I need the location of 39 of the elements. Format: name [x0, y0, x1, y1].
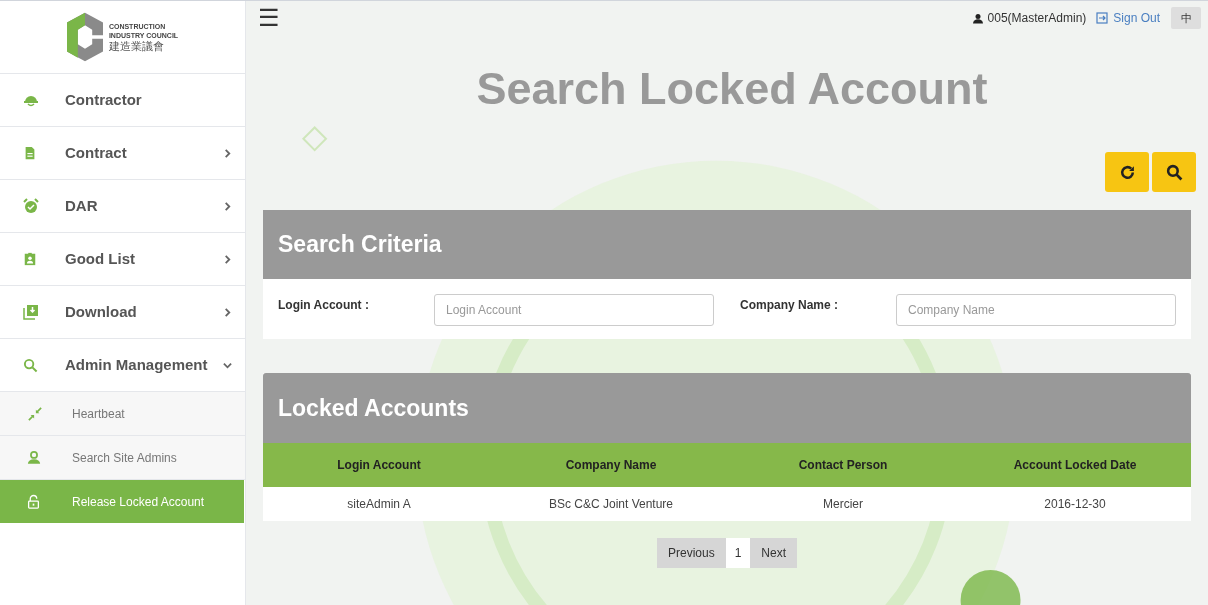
- search-button[interactable]: [1152, 152, 1196, 192]
- panel-title: Locked Accounts: [263, 373, 1191, 443]
- table-cell: siteAdmin A: [263, 487, 495, 521]
- column-header: Contact Person: [727, 443, 959, 487]
- user-name: 005(MasterAdmin): [987, 10, 1087, 27]
- download-box-icon: [23, 304, 39, 320]
- alarm-clock-icon: [23, 198, 39, 214]
- page-title: Search Locked Account: [475, 63, 989, 115]
- sign-out-icon: [1096, 12, 1109, 24]
- panel-title: Search Criteria: [263, 210, 1191, 279]
- next-button[interactable]: Next: [750, 538, 798, 568]
- submenu-item[interactable]: Heartbeat: [0, 392, 245, 436]
- search-icon: [23, 357, 39, 373]
- search-icon: [1165, 163, 1183, 181]
- field-label: Company Name :: [740, 297, 840, 314]
- sign-out-link[interactable]: Sign Out: [1096, 9, 1160, 27]
- table-cell: BSc C&C Joint Venture: [495, 487, 727, 521]
- logo-mark-icon: [66, 12, 103, 62]
- user-icon: [27, 450, 43, 465]
- column-header: Account Locked Date: [959, 443, 1191, 487]
- arrows-inward-icon: [27, 406, 43, 421]
- column-header: Login Account: [263, 443, 495, 487]
- menu-icon[interactable]: ☰: [258, 6, 280, 30]
- user-icon: [972, 12, 983, 24]
- submenu-item[interactable]: Search Site Admins: [0, 436, 245, 480]
- page-button[interactable]: 1: [725, 538, 751, 568]
- column-header: Company Name: [495, 443, 727, 487]
- circle-drawing: [960, 570, 1021, 605]
- refresh-button[interactable]: [1105, 152, 1149, 192]
- text-input[interactable]: Login Account: [434, 294, 714, 326]
- table-cell: Mercier: [727, 487, 959, 521]
- language-button[interactable]: 中: [1171, 7, 1201, 29]
- previous-button[interactable]: Previous: [656, 538, 726, 568]
- refresh-icon: [1118, 163, 1136, 181]
- table-cell: 2016-12-30: [959, 487, 1191, 521]
- diamond-drawing: [301, 126, 328, 152]
- text-input[interactable]: Company Name: [896, 294, 1176, 326]
- logo-text: 建造業議會: [108, 39, 165, 53]
- field-label: Login Account :: [278, 297, 370, 314]
